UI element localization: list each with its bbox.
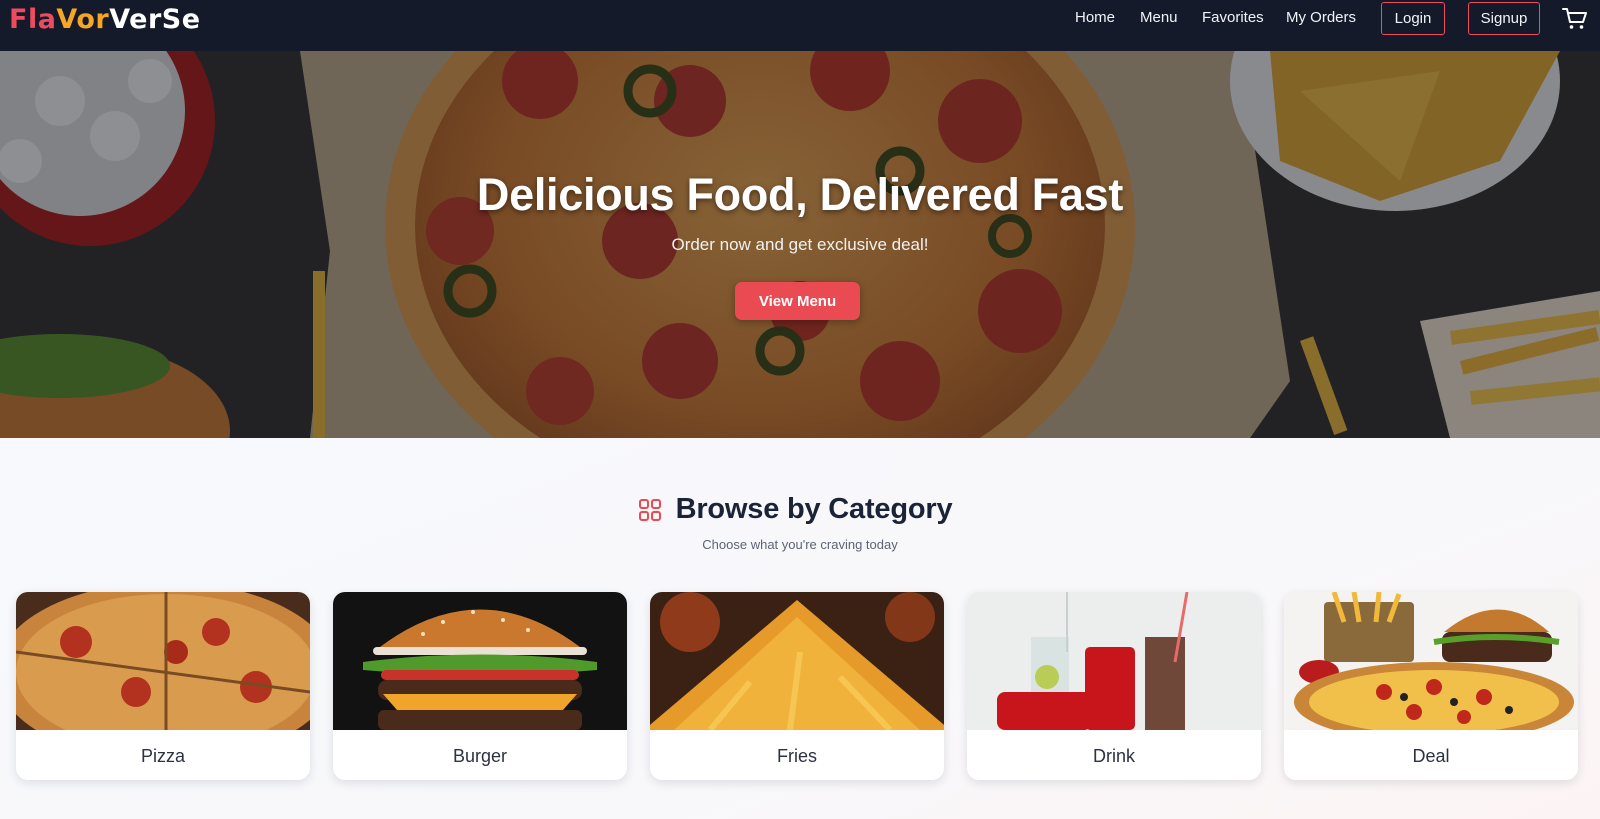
category-heading: Browse by Category (0, 493, 1600, 526)
nav-menu-link[interactable]: Menu (1140, 9, 1178, 26)
category-label: Deal (1412, 746, 1450, 766)
nav-favorites-link[interactable]: Favorites (1202, 9, 1264, 26)
category-card-deal[interactable]: Deal (1284, 592, 1578, 780)
category-card-burger[interactable]: Burger (333, 592, 627, 780)
drink-image (967, 592, 1261, 730)
logo-part-2: Vor (56, 4, 110, 35)
deal-image (1284, 592, 1578, 730)
nav-home-link[interactable]: Home (1075, 9, 1115, 26)
login-button[interactable]: Login (1381, 2, 1445, 35)
cart-icon[interactable] (1562, 7, 1588, 31)
logo-part-3: VerSe (109, 4, 201, 35)
signup-button[interactable]: Signup (1468, 2, 1540, 35)
fries-image (650, 592, 944, 730)
burger-image (333, 592, 627, 730)
top-navbar: FlaVorVerSe Home Menu Favorites My Order… (0, 0, 1600, 51)
logo-part-1: Fla (9, 4, 57, 35)
hero-title: Delicious Food, Delivered Fast (476, 169, 1124, 220)
hero-subtitle: Order now and get exclusive deal! (671, 235, 929, 254)
nav-my-orders-link[interactable]: My Orders (1286, 9, 1356, 26)
brand-logo[interactable]: FlaVorVerSe (9, 4, 201, 35)
grid-icon (638, 498, 661, 521)
category-section: Browse by Category Choose what you're cr… (0, 438, 1600, 819)
section-subtitle: Choose what you're craving today (702, 537, 898, 552)
category-label: Pizza (140, 746, 185, 766)
category-label: Fries (777, 746, 817, 766)
category-card-drink[interactable]: Drink (967, 592, 1261, 780)
hero-banner: Delicious Food, Delivered Fast Order now… (0, 51, 1600, 438)
view-menu-button[interactable]: View Menu (735, 282, 860, 320)
category-card-fries[interactable]: Fries (650, 592, 944, 780)
section-title: Browse by Category (675, 493, 953, 525)
pizza-image (16, 592, 310, 730)
category-label: Burger (452, 746, 508, 766)
category-label: Drink (1092, 746, 1135, 766)
category-card-pizza[interactable]: Pizza (16, 592, 310, 780)
